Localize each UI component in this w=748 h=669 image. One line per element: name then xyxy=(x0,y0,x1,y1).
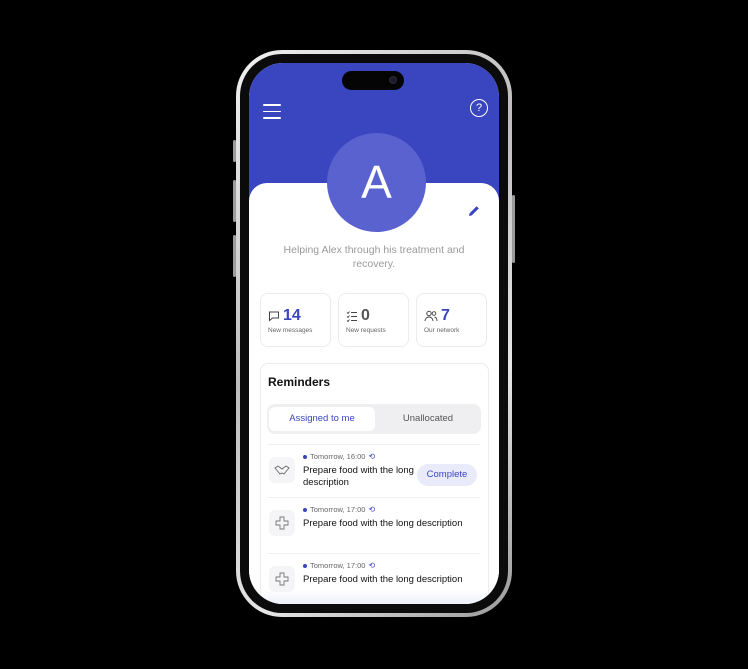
reminder-meta: Tomorrow, 17:00 ⟲ xyxy=(303,505,375,514)
app-screen: ? A Helping Alex through his treatment a… xyxy=(249,63,499,604)
reminder-meta: Tomorrow, 16:00 ⟲ xyxy=(303,452,375,461)
avatar[interactable]: A xyxy=(327,133,426,232)
complete-button[interactable]: Complete xyxy=(417,464,477,486)
stat-label: New messages xyxy=(268,327,313,334)
volume-up-button xyxy=(233,180,236,222)
stat-new-messages[interactable]: 14 New messages xyxy=(260,293,331,347)
reminder-item[interactable]: Tomorrow, 17:00 ⟲ Prepare food with the l… xyxy=(267,497,480,550)
stat-label: Our network xyxy=(424,327,460,334)
stat-new-requests[interactable]: 0 New requests xyxy=(338,293,409,347)
stat-our-network[interactable]: 7 Our network xyxy=(416,293,487,347)
reminder-time: Tomorrow, 17:00 xyxy=(310,561,366,570)
status-dot xyxy=(303,454,307,459)
reminder-time: Tomorrow, 17:00 xyxy=(310,505,366,514)
profile-tagline: Helping Alex through his treatment and r… xyxy=(283,244,465,270)
volume-down-button xyxy=(233,235,236,277)
reminder-time: Tomorrow, 16:00 xyxy=(310,452,366,461)
reminder-item[interactable]: Tomorrow, 16:00 ⟲ Prepare food with the l… xyxy=(267,444,480,497)
reminder-title: Prepare food with the long description xyxy=(303,465,414,488)
question-circle-icon[interactable]: ? xyxy=(470,99,488,117)
people-icon xyxy=(424,310,438,322)
reminders-tabs: Assigned to me Unallocated xyxy=(267,404,481,434)
silent-switch xyxy=(233,140,236,162)
power-button xyxy=(512,195,515,263)
stat-value: 7 xyxy=(441,307,450,324)
medical-cross-icon xyxy=(269,566,295,592)
tab-assigned-to-me[interactable]: Assigned to me xyxy=(269,407,375,431)
stat-value: 14 xyxy=(283,307,301,324)
reminder-title: Prepare food with the long description xyxy=(303,518,463,529)
dynamic-island xyxy=(342,71,404,90)
camera-icon xyxy=(389,76,397,84)
medical-cross-icon xyxy=(269,510,295,536)
status-dot xyxy=(303,563,307,568)
tab-unallocated[interactable]: Unallocated xyxy=(375,407,481,431)
reminders-card: Reminders Assigned to me Unallocated Tom… xyxy=(260,363,489,604)
chat-bubble-icon xyxy=(269,311,279,322)
reminder-meta: Tomorrow, 17:00 ⟲ xyxy=(303,561,375,570)
handshake-icon xyxy=(269,457,295,483)
hamburger-icon[interactable] xyxy=(263,104,281,120)
checklist-icon xyxy=(346,311,357,322)
bottom-fade xyxy=(249,590,499,604)
repeat-icon: ⟲ xyxy=(368,452,376,461)
stat-value: 0 xyxy=(361,307,370,324)
repeat-icon: ⟲ xyxy=(368,505,376,514)
reminder-title: Prepare food with the long description xyxy=(303,574,463,585)
status-dot xyxy=(303,507,307,512)
stat-label: New requests xyxy=(346,327,386,334)
stats-row: 14 New messages 0 New requests 7 Our net… xyxy=(260,293,489,347)
reminders-title: Reminders xyxy=(268,375,331,389)
pencil-icon[interactable] xyxy=(467,204,481,218)
repeat-icon: ⟲ xyxy=(368,561,376,570)
